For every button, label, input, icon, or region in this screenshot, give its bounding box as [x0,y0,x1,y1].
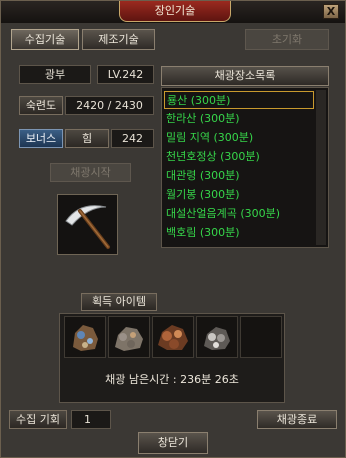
title-bar[interactable]: 장인기술 X [1,1,345,23]
item-slot[interactable] [196,316,238,358]
location-item[interactable]: 월기봉 (300분) [164,186,314,204]
item-slot-empty[interactable] [240,316,282,358]
stop-mining-button[interactable]: 채광종료 [257,410,337,429]
profession-level: LV.242 [97,65,154,84]
skill-label: 숙련도 [19,96,63,115]
acquired-items-title: 획득 아이템 [81,293,157,311]
gather-chance-value: 1 [71,410,111,429]
location-item[interactable]: 천년호정상 (300분) [164,148,314,166]
start-mining-button[interactable]: 채광시작 [50,163,131,182]
silver-ore-icon [204,327,230,350]
copper-ore-icon [158,325,188,350]
item-slot[interactable] [152,316,194,358]
mining-remaining-time: 채광 남은시간 : 236분 26초 [105,373,239,386]
location-item[interactable]: 밀림 지역 (300분) [164,129,314,147]
location-list-header: 채광장소목록 [161,66,329,86]
tab-gathering-skill[interactable]: 수집기술 [11,29,79,50]
acquired-items-panel: 채광 남은시간 : 236분 26초 [59,313,285,403]
profession-window: 장인기술 X 수집기술 제조기술 초기화 광부 LV.242 숙련도 2420 … [0,0,346,458]
tab-crafting-skill[interactable]: 제조기술 [82,29,155,50]
location-item[interactable]: 백호림 (300분) [164,224,314,242]
item-slot[interactable] [108,316,150,358]
location-item[interactable]: 대설산얼음계곡 (300분) [164,205,314,223]
profession-name: 광부 [19,65,91,84]
window-title: 장인기술 [119,1,231,22]
blue-ore-icon [73,325,98,351]
tool-slot[interactable] [57,194,118,255]
location-item[interactable]: 룡산 (300분) [164,91,314,109]
bonus-stat: 힘 [65,129,109,148]
bonus-label: 보너스 [19,129,63,148]
close-icon[interactable]: X [323,4,339,19]
pickaxe-icon [65,205,110,249]
item-slot[interactable] [64,316,106,358]
gather-chance-label: 수집 기회 [9,410,67,429]
location-item[interactable]: 대관령 (300분) [164,167,314,185]
gray-ore-icon [115,327,143,351]
reset-button[interactable]: 초기화 [245,29,329,50]
bonus-value: 242 [111,129,154,148]
list-scrollbar[interactable] [316,90,326,245]
close-window-button[interactable]: 창닫기 [138,432,208,454]
location-item[interactable]: 한라산 (300분) [164,110,314,128]
skill-value: 2420 / 2430 [65,96,154,115]
location-list[interactable]: 룡산 (300분) 한라산 (300분) 밀림 지역 (300분) 천년호정상 … [161,87,329,248]
